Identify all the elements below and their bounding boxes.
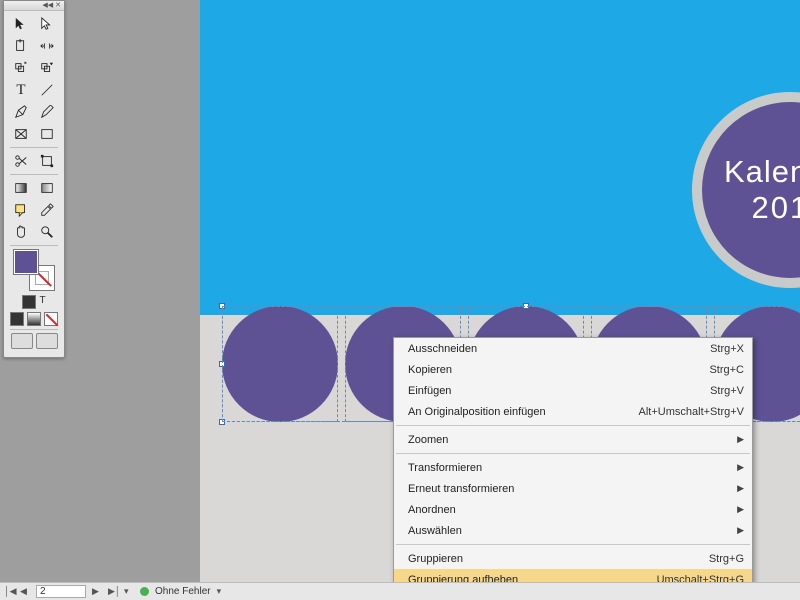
context-menu-label: Zoomen [408, 434, 734, 446]
calendar-title-line2: 2013 [752, 190, 800, 226]
context-menu-item[interactable]: KopierenStrg+C [394, 359, 752, 380]
context-menu-shortcut: Strg+V [710, 385, 744, 397]
toolbox-header[interactable]: ◀◀ ✕ [4, 1, 64, 11]
submenu-arrow-icon: ▶ [734, 483, 744, 494]
context-menu-item[interactable]: An Originalposition einfügenAlt+Umschalt… [394, 401, 752, 422]
context-menu-separator [396, 425, 750, 426]
context-menu-item[interactable]: Zoomen▶ [394, 429, 752, 450]
next-page-button[interactable]: ▶ [92, 586, 102, 597]
rectangle-tool[interactable] [35, 124, 59, 144]
zoom-tool[interactable] [35, 222, 59, 242]
type-tool[interactable]: T [9, 80, 33, 100]
scissors-tool[interactable] [9, 151, 33, 171]
content-placer-tool[interactable] [35, 58, 59, 78]
context-menu-label: Auswählen [408, 525, 734, 537]
toolbox-panel: ◀◀ ✕ T [3, 0, 65, 358]
preflight-status-label: Ohne Fehler [155, 586, 211, 597]
status-bar: │◀ ◀ 2 ▶ ▶│ ▾ Ohne Fehler ▾ [0, 582, 800, 600]
page-dropdown-icon[interactable]: ▾ [124, 586, 134, 597]
context-menu-separator [396, 544, 750, 545]
submenu-arrow-icon: ▶ [734, 462, 744, 473]
context-menu-item[interactable]: Anordnen▶ [394, 499, 752, 520]
context-menu-item[interactable]: Erneut transformieren▶ [394, 478, 752, 499]
eyedropper-tool[interactable] [35, 200, 59, 220]
selection-tool[interactable] [9, 14, 33, 34]
pen-tool[interactable] [9, 102, 33, 122]
preflight-status-icon [140, 587, 149, 596]
content-collector-tool[interactable] [9, 58, 33, 78]
first-page-button[interactable]: │◀ [4, 586, 14, 597]
small-circle [222, 306, 338, 422]
free-transform-tool[interactable] [35, 151, 59, 171]
context-menu-label: Gruppieren [408, 553, 709, 565]
last-page-button[interactable]: ▶│ [108, 586, 118, 597]
fill-stroke-swatch[interactable] [13, 249, 55, 291]
context-menu-shortcut: Strg+X [710, 343, 744, 355]
context-menu-item[interactable]: Transformieren▶ [394, 457, 752, 478]
none-color-button[interactable] [44, 312, 58, 326]
note-tool[interactable] [9, 200, 33, 220]
formatting-text-icon[interactable]: T [39, 295, 45, 309]
preview-view-button[interactable] [36, 333, 58, 349]
line-tool[interactable] [35, 80, 59, 100]
prev-page-button[interactable]: ◀ [20, 586, 30, 597]
context-menu-label: Transformieren [408, 462, 734, 474]
context-menu-label: Ausschneiden [408, 343, 710, 355]
pencil-tool[interactable] [35, 102, 59, 122]
context-menu-label: An Originalposition einfügen [408, 406, 639, 418]
context-menu-item[interactable]: AusschneidenStrg+X [394, 338, 752, 359]
gradient-feather-tool[interactable] [35, 178, 59, 198]
context-menu-item[interactable]: GruppierenStrg+G [394, 548, 752, 569]
submenu-arrow-icon: ▶ [734, 525, 744, 536]
context-menu-item[interactable]: EinfügenStrg+V [394, 380, 752, 401]
hand-tool[interactable] [9, 222, 33, 242]
gap-tool[interactable] [35, 36, 59, 56]
preflight-dropdown-icon[interactable]: ▾ [217, 586, 227, 597]
direct-selection-tool[interactable] [35, 14, 59, 34]
page-tool[interactable] [9, 36, 33, 56]
calendar-title-line1: Kalender [724, 154, 800, 190]
submenu-arrow-icon: ▶ [734, 504, 744, 515]
page-number-field[interactable]: 2 [36, 585, 86, 598]
context-menu-label: Kopieren [408, 364, 709, 376]
context-menu-label: Anordnen [408, 504, 734, 516]
context-menu-shortcut: Strg+C [709, 364, 744, 376]
context-menu-separator [396, 453, 750, 454]
apply-color-button[interactable] [22, 295, 36, 309]
submenu-arrow-icon: ▶ [734, 434, 744, 445]
context-menu: AusschneidenStrg+XKopierenStrg+CEinfügen… [393, 337, 753, 591]
context-menu-shortcut: Alt+Umschalt+Strg+V [639, 406, 744, 418]
context-menu-label: Erneut transformieren [408, 483, 734, 495]
rectangle-frame-tool[interactable] [9, 124, 33, 144]
normal-view-button[interactable] [11, 333, 33, 349]
toolbox-body: T [4, 11, 64, 357]
solid-color-button[interactable] [10, 312, 24, 326]
context-menu-shortcut: Strg+G [709, 553, 744, 565]
context-menu-label: Einfügen [408, 385, 710, 397]
context-menu-item[interactable]: Auswählen▶ [394, 520, 752, 541]
title-circle: Kalender 2013 [702, 102, 800, 278]
gradient-button[interactable] [27, 312, 41, 326]
gradient-swatch-tool[interactable] [9, 178, 33, 198]
